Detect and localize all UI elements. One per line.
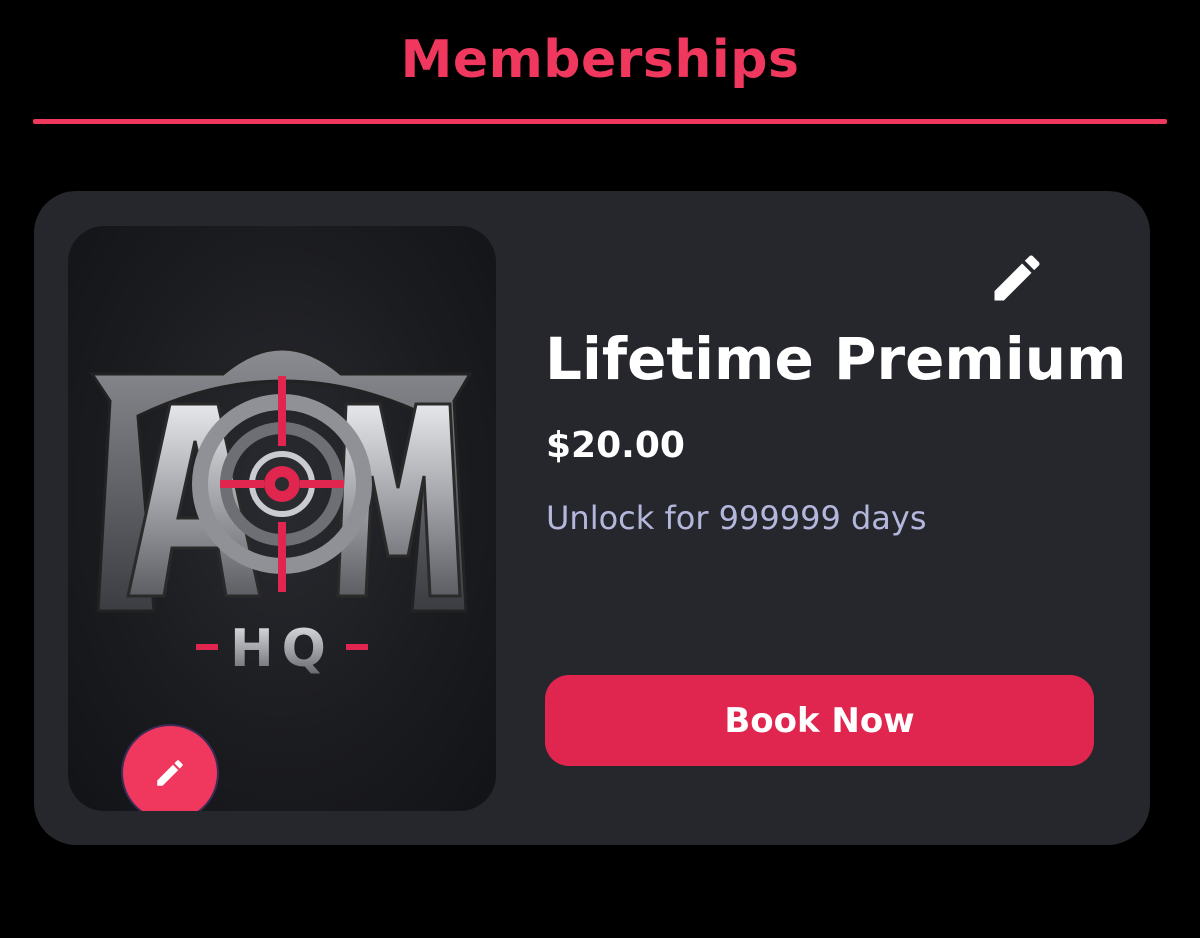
book-now-button[interactable]: Book Now	[545, 675, 1094, 766]
membership-card: HQ Lifetime Premium $20.00 Unlock for 99…	[34, 191, 1150, 845]
title-divider	[33, 119, 1167, 124]
membership-name: Lifetime Premium	[545, 325, 1127, 393]
pencil-icon	[994, 255, 1040, 301]
image-edit-button[interactable]	[123, 726, 217, 811]
membership-image: HQ	[68, 226, 496, 811]
membership-duration: Unlock for 999999 days	[546, 499, 927, 537]
logo-subtext: HQ	[230, 619, 334, 679]
aim-hq-logo: HQ	[89, 347, 473, 679]
page-title: Memberships	[400, 30, 800, 90]
pencil-icon	[157, 760, 183, 786]
membership-price: $20.00	[546, 425, 685, 466]
edit-membership-button[interactable]	[982, 243, 1052, 313]
